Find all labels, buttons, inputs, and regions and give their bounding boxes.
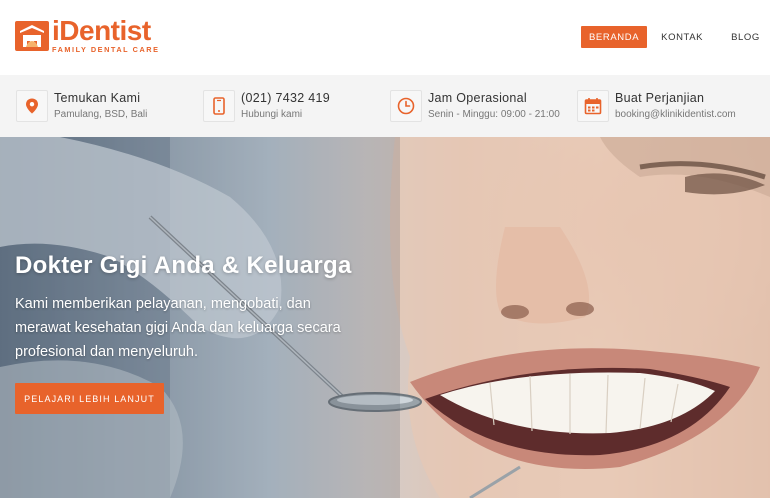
main-nav: BERANDA KONTAK BLOG xyxy=(581,26,760,48)
location-pin-icon xyxy=(16,90,48,122)
nav-blog[interactable]: BLOG xyxy=(731,26,760,48)
phone-icon xyxy=(203,90,235,122)
info-title: Jam Operasional xyxy=(428,91,527,105)
tooth-logo-icon xyxy=(15,19,49,53)
clock-icon xyxy=(390,90,422,122)
nav-beranda[interactable]: BERANDA xyxy=(581,26,648,48)
info-phone: (021) 7432 419 Hubungi kami xyxy=(203,90,330,124)
site-header: iDentist FAMILY DENTAL CARE BERANDA KONT… xyxy=(0,0,770,75)
hero-section: Dokter Gigi Anda & Keluarga Kami memberi… xyxy=(0,137,770,498)
nav-kontak[interactable]: KONTAK xyxy=(661,26,703,48)
calendar-icon xyxy=(577,90,609,122)
info-subtitle[interactable]: booking@klinikidentist.com xyxy=(615,107,736,122)
info-subtitle: Pamulang, BSD, Bali xyxy=(54,109,148,120)
learn-more-button[interactable]: PELAJARI LEBIH LANJUT xyxy=(15,383,164,414)
info-title[interactable]: (021) 7432 419 xyxy=(241,90,330,106)
info-subtitle: Senin - Minggu: 09:00 - 21:00 xyxy=(428,109,560,120)
info-hours: Jam Operasional Senin - Minggu: 09:00 - … xyxy=(390,90,560,124)
logo-tagline: FAMILY DENTAL CARE xyxy=(52,45,160,54)
info-bar: Temukan Kami Pamulang, BSD, Bali (021) 7… xyxy=(0,75,770,137)
hero-title: Dokter Gigi Anda & Keluarga xyxy=(15,252,352,279)
logo[interactable]: iDentist FAMILY DENTAL CARE xyxy=(15,15,160,54)
hero-description: Kami memberikan pelayanan, mengobati, da… xyxy=(15,296,341,360)
logo-wordmark: iDentist xyxy=(52,15,151,46)
info-location: Temukan Kami Pamulang, BSD, Bali xyxy=(16,90,147,124)
info-title: Buat Perjanjian xyxy=(615,91,705,105)
info-appointment: Buat Perjanjian booking@klinikidentist.c… xyxy=(577,90,736,124)
info-subtitle: Hubungi kami xyxy=(241,109,303,120)
info-title: Temukan Kami xyxy=(54,91,141,105)
